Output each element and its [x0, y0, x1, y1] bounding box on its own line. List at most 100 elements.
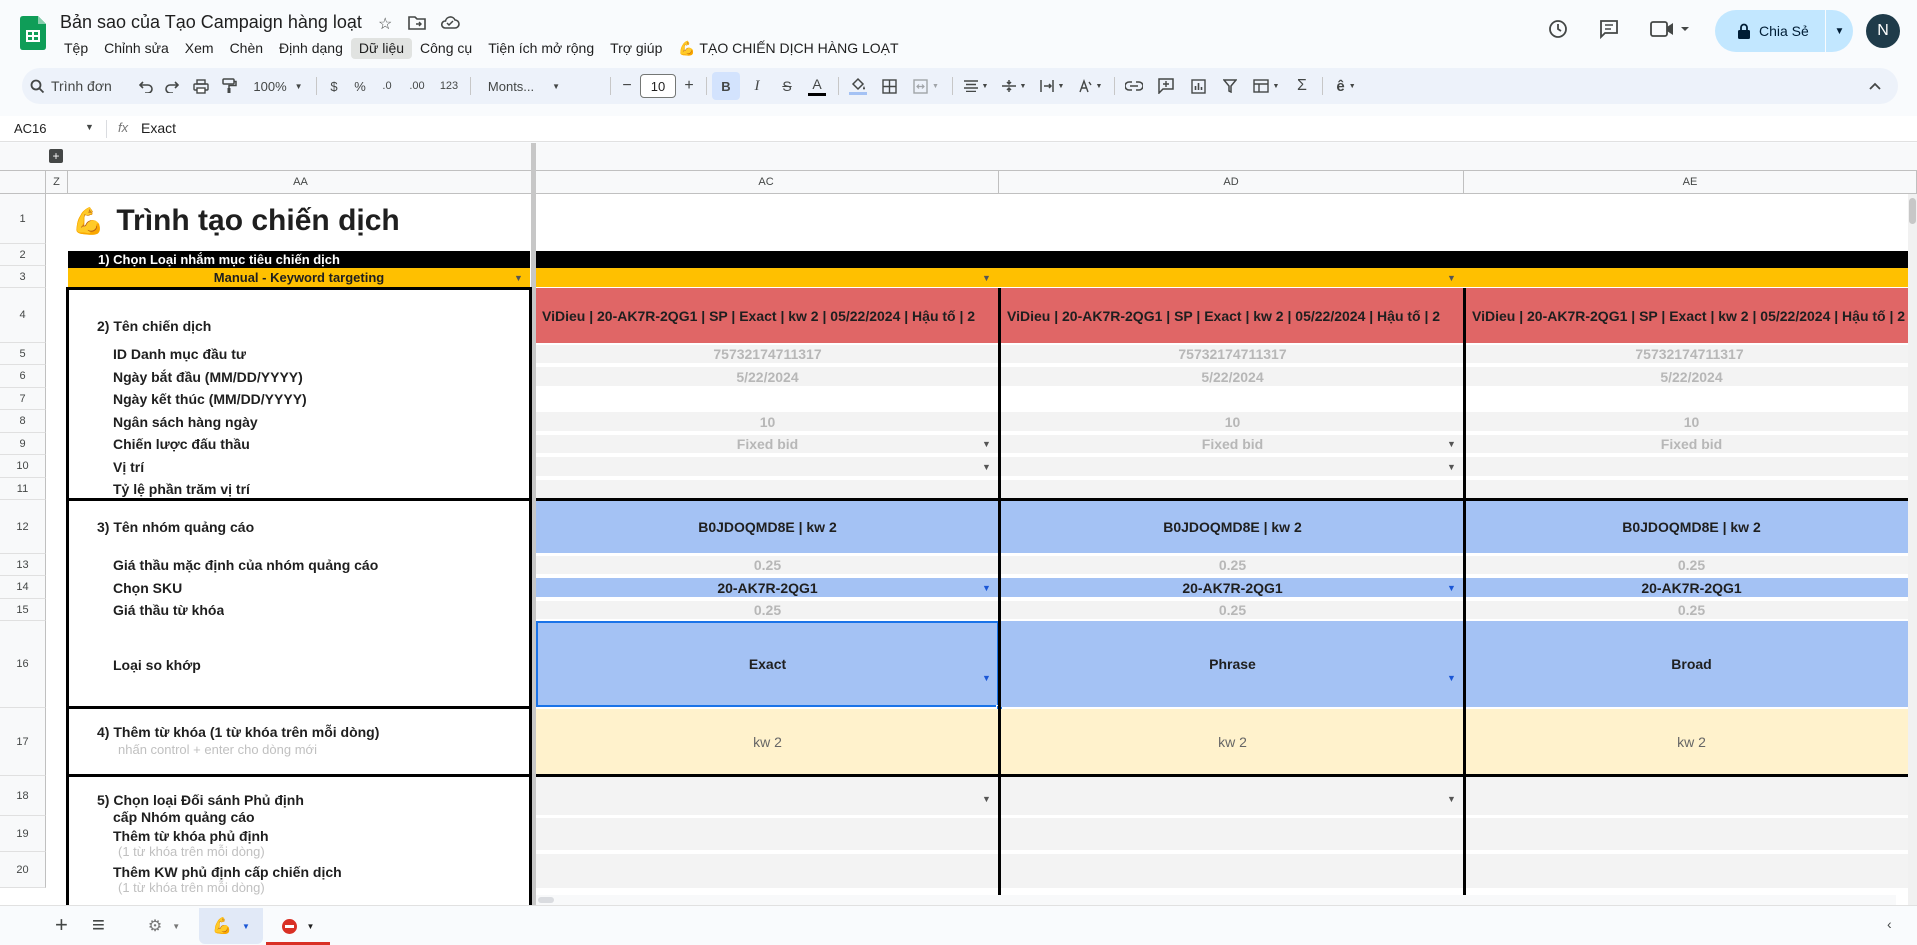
share-dropdown-icon[interactable]: ▼ — [1825, 10, 1853, 52]
match-ac-dropdown-icon[interactable]: ▼ — [982, 673, 991, 683]
placement-ad-dropdown-icon[interactable]: ▼ — [1447, 462, 1456, 472]
input-tools-icon[interactable]: ê ▼ — [1328, 68, 1364, 104]
negative-match-ae[interactable] — [1466, 777, 1917, 815]
currency-format-button[interactable]: $ — [322, 68, 346, 104]
expand-group-icon[interactable]: + — [49, 149, 63, 163]
negative-kw-ae[interactable] — [1466, 818, 1917, 850]
menu-insert[interactable]: Chèn — [222, 38, 271, 59]
horizontal-scrollbar-thumb[interactable] — [538, 897, 554, 903]
sku-select-ad[interactable]: 20-AK7R-2QG1 — [1001, 578, 1464, 597]
avatar[interactable]: N — [1866, 14, 1900, 48]
fill-color-button[interactable] — [844, 68, 872, 104]
menu-extensions[interactable]: Tiện ích mở rộng — [480, 38, 602, 59]
portfolio-id-ae[interactable]: 75732174711317 — [1466, 345, 1917, 363]
campaign-neg-kw-ad[interactable] — [1001, 854, 1464, 888]
portfolio-id-ad[interactable]: 75732174711317 — [1001, 345, 1464, 363]
end-date-ae[interactable] — [1466, 390, 1917, 408]
placement-percent-ae[interactable] — [1466, 480, 1917, 498]
sku-ad-dropdown-icon[interactable]: ▼ — [1447, 583, 1456, 593]
text-wrap-icon[interactable]: ▼ — [1034, 68, 1070, 104]
campaign-neg-kw-ac[interactable] — [536, 854, 999, 888]
horizontal-align-icon[interactable]: ▼ — [958, 68, 994, 104]
zoom-select[interactable]: 100% ▼ — [248, 68, 308, 104]
keyword-bid-ac[interactable]: 0.25 — [536, 601, 999, 619]
sku-ac-dropdown-icon[interactable]: ▼ — [982, 583, 991, 593]
insert-link-icon[interactable] — [1120, 68, 1148, 104]
print-icon[interactable] — [188, 68, 214, 104]
negative-match-ad[interactable] — [1001, 777, 1464, 815]
campaign-name-cell-ae[interactable]: ViDieu | 20-AK7R-2QG1 | SP | Exact | kw … — [1466, 288, 1917, 343]
row-header-2[interactable]: 2 — [0, 244, 46, 266]
name-box[interactable]: AC16 — [14, 121, 47, 136]
ad3-dropdown-icon[interactable]: ▼ — [1447, 273, 1456, 283]
strikethrough-button[interactable]: S — [774, 68, 800, 104]
font-family-select[interactable]: Monts... ▼ — [476, 68, 572, 104]
paint-format-icon[interactable] — [216, 68, 242, 104]
version-history-icon[interactable] — [1547, 18, 1569, 46]
start-date-ac[interactable]: 5/22/2024 — [536, 367, 999, 386]
end-date-ac[interactable] — [536, 390, 999, 408]
menu-edit[interactable]: Chỉnh sửa — [96, 38, 177, 59]
daily-budget-ad[interactable]: 10 — [1001, 412, 1464, 431]
italic-button[interactable]: I — [744, 68, 770, 104]
menu-data[interactable]: Dữ liệu — [350, 38, 413, 59]
match-type-select-ac[interactable]: Exact — [536, 621, 999, 707]
ad-group-name-ae[interactable]: B0JDOQMD8E | kw 2 — [1466, 501, 1917, 553]
keywords-ad[interactable]: kw 2 — [1001, 709, 1464, 775]
sheets-logo-icon[interactable] — [20, 16, 46, 50]
meet-icon[interactable] — [1650, 18, 1690, 46]
placement-ad[interactable] — [1001, 457, 1464, 476]
bid-strategy-ad[interactable]: Fixed bid — [1001, 435, 1464, 453]
campaign-type-dropdown-icon[interactable]: ▼ — [514, 273, 523, 283]
match-ad-dropdown-icon[interactable]: ▼ — [1447, 673, 1456, 683]
campaign-type-select[interactable]: Manual - Keyword targeting — [68, 268, 530, 287]
sheet-tab-stop[interactable]: ▼ — [266, 908, 330, 944]
sku-select-ae[interactable]: 20-AK7R-2QG1 — [1466, 578, 1917, 597]
default-bid-ae[interactable]: 0.25 — [1466, 556, 1917, 574]
keywords-ac[interactable]: kw 2 — [536, 709, 999, 775]
column-header-ae[interactable]: AE — [1464, 171, 1917, 194]
row-header-1[interactable]: 1 — [0, 194, 46, 244]
name-box-dropdown-icon[interactable]: ▼ — [85, 122, 94, 132]
sku-select-ac[interactable]: 20-AK7R-2QG1 — [536, 578, 999, 597]
keywords-ae[interactable]: kw 2 — [1466, 709, 1917, 775]
filter-icon[interactable] — [1216, 68, 1244, 104]
add-sheet-button[interactable]: + — [55, 912, 68, 938]
select-all-corner[interactable] — [0, 171, 46, 194]
row-header-17[interactable]: 17 — [0, 708, 46, 776]
ad-group-name-ad[interactable]: B0JDOQMD8E | kw 2 — [1001, 501, 1464, 553]
menu-format[interactable]: Định dạng — [271, 38, 351, 59]
vertical-align-icon[interactable]: ▼ — [996, 68, 1032, 104]
font-size-input[interactable]: 10 — [640, 74, 676, 98]
placement-ac-dropdown-icon[interactable]: ▼ — [982, 462, 991, 472]
negative-match-ac-dropdown-icon[interactable]: ▼ — [982, 794, 991, 804]
end-date-ad[interactable] — [1001, 390, 1464, 408]
menu-tools[interactable]: Công cụ — [412, 38, 480, 59]
menu-file[interactable]: Tệp — [56, 38, 96, 59]
share-button[interactable]: Chia Sẻ ▼ — [1715, 10, 1853, 52]
collapse-toolbar-icon[interactable] — [1862, 68, 1888, 104]
increase-decimal-button[interactable]: .00 — [402, 68, 432, 104]
cloud-saved-icon[interactable] — [440, 14, 460, 35]
search-menus[interactable]: Trình đơn — [30, 74, 140, 98]
decrease-font-size-button[interactable]: − — [616, 68, 638, 104]
all-sheets-button[interactable]: ≡ — [92, 912, 105, 938]
daily-budget-ae[interactable]: 10 — [1466, 412, 1917, 431]
text-color-button[interactable]: A — [804, 68, 830, 104]
campaign-type-row-yellow[interactable] — [536, 268, 1917, 287]
functions-icon[interactable]: Σ — [1288, 68, 1316, 104]
redo-icon[interactable] — [160, 68, 184, 104]
increase-font-size-button[interactable]: + — [678, 68, 700, 104]
placement-ac[interactable] — [536, 457, 999, 476]
ad-group-name-ac[interactable]: B0JDOQMD8E | kw 2 — [536, 501, 999, 553]
filter-views-icon[interactable]: ▼ — [1248, 68, 1284, 104]
negative-kw-ad[interactable] — [1001, 818, 1464, 850]
bold-button[interactable]: B — [712, 72, 740, 100]
start-date-ad[interactable]: 5/22/2024 — [1001, 367, 1464, 386]
formula-input[interactable]: Exact — [141, 120, 176, 136]
sheet-tab-settings[interactable]: ⚙ ▼ — [132, 908, 196, 944]
row-header-3[interactable]: 3 — [0, 266, 46, 288]
match-type-select-ae[interactable]: Broad — [1466, 621, 1917, 707]
negative-match-ad-dropdown-icon[interactable]: ▼ — [1447, 794, 1456, 804]
ac3-dropdown-icon[interactable]: ▼ — [982, 273, 991, 283]
